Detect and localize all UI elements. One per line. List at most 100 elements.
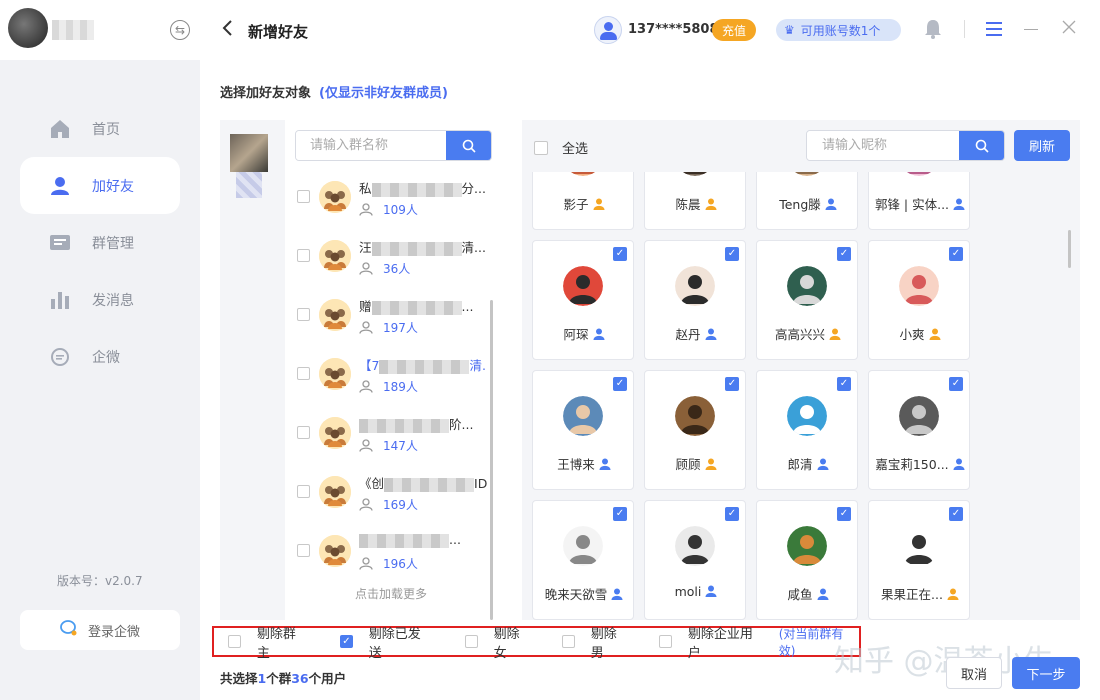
- sidebar-item-group-manage[interactable]: 群管理: [20, 214, 180, 271]
- friend-card[interactable]: ✓ 晚来天欲雪: [532, 500, 634, 620]
- person-icon: [359, 498, 373, 511]
- cancel-button[interactable]: 取消: [946, 657, 1002, 689]
- friend-card[interactable]: ✓ 赵丹: [644, 240, 746, 360]
- group-row[interactable]: 【7 清... 189人: [295, 347, 490, 406]
- group-name-suffix: ...: [449, 532, 461, 547]
- main-content: 选择加好友对象(仅显示非好友群成员) 私分...109人汪清...36人赠...…: [200, 60, 1100, 700]
- filter-option[interactable]: 剔除企业用户: [659, 623, 765, 661]
- friend-checkbox-checked[interactable]: ✓: [837, 247, 851, 261]
- recharge-button[interactable]: 充值: [712, 19, 756, 41]
- friend-card[interactable]: ✓ moli: [644, 500, 746, 620]
- group-row[interactable]: 赠... 197人: [295, 288, 490, 347]
- friend-card[interactable]: ✓ 果果正在...: [868, 500, 970, 620]
- filter-checkbox[interactable]: [228, 635, 241, 648]
- friend-card[interactable]: ✓ 咸鱼: [756, 500, 858, 620]
- person-gender-icon: [593, 198, 604, 210]
- friend-card[interactable]: ✓ 小爽: [868, 240, 970, 360]
- group-checkbox[interactable]: [297, 190, 310, 203]
- person-gender-icon: [817, 458, 828, 470]
- sidebar-item-send-message[interactable]: 发消息: [20, 271, 180, 328]
- back-arrow-icon[interactable]: [222, 20, 238, 40]
- group-search-input[interactable]: [296, 131, 447, 160]
- group-checkbox[interactable]: [297, 367, 310, 380]
- user-avatar-icon[interactable]: [594, 16, 622, 44]
- friend-card[interactable]: 陈晨: [644, 172, 746, 230]
- friend-checkbox-checked[interactable]: ✓: [613, 377, 627, 391]
- sidebar-item-add-friend[interactable]: 加好友: [20, 157, 180, 214]
- friend-card[interactable]: ✓ 王博来: [532, 370, 634, 490]
- friend-checkbox-checked[interactable]: ✓: [837, 377, 851, 391]
- group-row[interactable]: 私 分... 109人: [295, 170, 490, 229]
- group-member-count: 196人: [359, 555, 418, 572]
- friend-checkbox-checked[interactable]: ✓: [613, 507, 627, 521]
- friend-card[interactable]: 影子: [532, 172, 634, 230]
- friend-card[interactable]: ✓ 高高兴兴: [756, 240, 858, 360]
- group-row[interactable]: ... 196人: [295, 524, 490, 583]
- login-wecom-button[interactable]: 登录企微: [20, 610, 180, 650]
- filter-option[interactable]: 剔除群主: [228, 623, 308, 661]
- friend-checkbox-checked[interactable]: ✓: [725, 247, 739, 261]
- person-gender-icon: [705, 585, 717, 597]
- person-icon: [359, 262, 373, 275]
- minimize-icon[interactable]: [1024, 29, 1038, 30]
- friend-name-text: 陈晨: [675, 197, 701, 212]
- friend-checkbox-checked[interactable]: ✓: [949, 507, 963, 521]
- profile-avatar[interactable]: [8, 8, 48, 48]
- friend-card[interactable]: ✓ 顾顾: [644, 370, 746, 490]
- friend-card[interactable]: ✓ 嘉宝莉150...: [868, 370, 970, 490]
- friend-avatar: [563, 526, 603, 566]
- group-checkbox[interactable]: [297, 426, 310, 439]
- friend-card[interactable]: ✓ 郎清: [756, 370, 858, 490]
- group-checkbox[interactable]: [297, 249, 310, 262]
- filter-checkbox[interactable]: [659, 635, 672, 648]
- friend-checkbox-checked[interactable]: ✓: [949, 247, 963, 261]
- friend-checkbox-checked[interactable]: ✓: [725, 377, 739, 391]
- group-row[interactable]: 阶... 147人: [295, 406, 490, 465]
- filter-checkbox[interactable]: [464, 635, 478, 648]
- group-list-scrollbar[interactable]: [490, 300, 493, 620]
- filter-option[interactable]: 剔除男: [561, 623, 629, 661]
- phone-number: 137****5808: [628, 22, 719, 37]
- friend-checkbox-checked[interactable]: ✓: [613, 247, 627, 261]
- friend-grid-scrollbar[interactable]: [1068, 230, 1071, 268]
- friend-card[interactable]: ✓ 阿琛: [532, 240, 634, 360]
- account-avatar-strip[interactable]: [230, 134, 268, 198]
- friend-card[interactable]: 郭锋 | 实体...: [868, 172, 970, 230]
- group-name-prefix: 【7: [359, 358, 380, 373]
- group-search-button[interactable]: [446, 131, 491, 160]
- friend-name: Teng滕: [757, 194, 859, 213]
- friend-name: 陈晨: [645, 194, 747, 213]
- filter-checkbox[interactable]: [561, 635, 575, 648]
- next-step-button[interactable]: 下一步: [1012, 657, 1080, 689]
- friend-checkbox-checked[interactable]: ✓: [837, 507, 851, 521]
- nickname-search-button[interactable]: [959, 131, 1004, 160]
- menu-icon[interactable]: [986, 21, 1002, 36]
- group-checkbox[interactable]: [297, 485, 310, 498]
- sidebar-item-wecom[interactable]: 企微: [20, 328, 180, 385]
- group-row[interactable]: 汪 清... 36人: [295, 229, 490, 288]
- friend-checkbox-checked[interactable]: ✓: [725, 507, 739, 521]
- filter-option[interactable]: ✓ 剔除已发送: [339, 623, 433, 661]
- group-row[interactable]: 《创 ID... 169人: [295, 465, 490, 524]
- filter-checkbox[interactable]: ✓: [339, 635, 353, 648]
- friend-card[interactable]: Teng滕: [756, 172, 858, 230]
- group-checkbox[interactable]: [297, 544, 310, 557]
- nickname-search-input[interactable]: [807, 131, 960, 160]
- select-all-checkbox[interactable]: 全选: [534, 138, 588, 157]
- friend-checkbox-checked[interactable]: ✓: [949, 377, 963, 391]
- select-all-box[interactable]: [534, 140, 548, 155]
- close-icon[interactable]: [1062, 20, 1078, 36]
- group-avatar: [319, 535, 351, 567]
- bell-icon[interactable]: [922, 18, 944, 40]
- load-more-link[interactable]: 点击加载更多: [285, 585, 497, 602]
- group-avatar: [319, 240, 351, 272]
- sidebar-item-home[interactable]: 首页: [20, 100, 180, 157]
- friend-avatar: [563, 396, 603, 436]
- group-checkbox[interactable]: [297, 308, 310, 321]
- group-member-count: 197人: [359, 319, 418, 336]
- person-gender-icon: [611, 588, 623, 600]
- collapse-toggle-icon[interactable]: ⇆: [170, 20, 190, 40]
- filter-option[interactable]: 剔除女: [464, 623, 532, 661]
- available-accounts-badge[interactable]: ♛ 可用账号数1个: [776, 19, 901, 41]
- refresh-button[interactable]: 刷新: [1014, 130, 1070, 161]
